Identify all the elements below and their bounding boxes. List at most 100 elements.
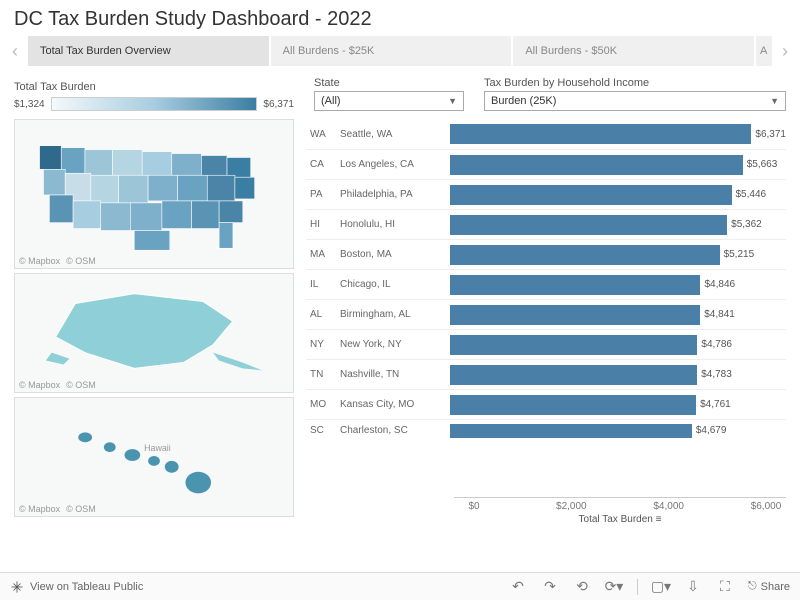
bar-fill (450, 424, 692, 438)
bar-track: $5,446 (450, 180, 786, 209)
bar-value-label: $5,215 (724, 249, 755, 260)
bar-state-code: PA (306, 189, 340, 200)
bar-row[interactable]: SCCharleston, SC $4,679 (306, 419, 786, 441)
tab-overview[interactable]: Total Tax Burden Overview (28, 36, 269, 66)
legend-gradient (51, 97, 258, 111)
map-contiguous-us[interactable]: © Mapbox © OSM (14, 119, 294, 269)
map-credit-osm: © OSM (66, 380, 96, 390)
bar-state-code: TN (306, 369, 340, 380)
x-axis: $0 $2,000 $4,000 $6,000 (454, 497, 786, 512)
undo-button[interactable]: ↶ (509, 578, 527, 596)
bar-row[interactable]: ALBirmingham, AL$4,841 (306, 299, 786, 329)
legend: Total Tax Burden $1,324 $6,371 (14, 81, 294, 111)
x-tick: $0 (454, 501, 494, 512)
bar-row[interactable]: WASeattle, WA$6,371 (306, 119, 786, 149)
income-filter-dropdown[interactable]: Burden (25K) ▼ (484, 91, 786, 111)
bar-fill (450, 335, 697, 355)
bar-city-label: Charleston, SC (340, 425, 450, 436)
tab-partial[interactable]: A (756, 36, 772, 66)
divider (637, 579, 638, 595)
footer-toolbar: View on Tableau Public ↶ ↷ ⟲ ⟳▾ ▢▾ ⇩ ⛶ ⎋… (0, 572, 800, 600)
tabs-next-arrow[interactable]: › (776, 35, 794, 67)
bar-value-label: $4,846 (704, 279, 735, 290)
fullscreen-button[interactable]: ⛶ (716, 578, 734, 596)
bar-state-code: AL (306, 309, 340, 320)
view-on-tableau-link[interactable]: View on Tableau Public (10, 580, 143, 594)
replay-button[interactable]: ⟲ (573, 578, 591, 596)
bar-fill (450, 155, 743, 175)
share-button[interactable]: ⎋ Share (748, 580, 790, 593)
bar-fill (450, 275, 700, 295)
device-preview-button[interactable]: ▢▾ (652, 578, 670, 596)
hawaii-label: Hawaii (144, 443, 171, 453)
bar-row[interactable]: CALos Angeles, CA$5,663 (306, 149, 786, 179)
bar-fill (450, 124, 751, 144)
x-tick: $4,000 (649, 501, 689, 512)
bar-row[interactable]: NYNew York, NY$4,786 (306, 329, 786, 359)
bar-fill (450, 185, 732, 205)
x-tick: $6,000 (746, 501, 786, 512)
bar-value-label: $5,446 (736, 189, 767, 200)
bar-city-label: Birmingham, AL (340, 309, 450, 320)
bar-track: $5,663 (450, 150, 786, 179)
bar-track: $4,841 (450, 300, 786, 329)
bar-state-code: CA (306, 159, 340, 170)
bar-city-label: Honolulu, HI (340, 219, 450, 230)
bar-state-code: HI (306, 219, 340, 230)
bar-row[interactable]: ILChicago, IL $4,846 (306, 269, 786, 299)
map-credit-mapbox: © Mapbox (19, 256, 60, 266)
bar-track: $4,783 (450, 360, 786, 389)
bar-state-code: MO (306, 399, 340, 410)
bar-fill (450, 245, 720, 265)
bar-city-label: Chicago, IL (340, 279, 450, 290)
bar-fill (450, 215, 727, 235)
bar-fill (450, 365, 697, 385)
bar-track: $6,371 (450, 119, 786, 149)
bar-track: $4,761 (450, 390, 786, 419)
bar-row[interactable]: MOKansas City, MO$4,761 (306, 389, 786, 419)
bar-track: $5,215 (450, 240, 786, 269)
share-label: Share (761, 581, 790, 593)
redo-button[interactable]: ↷ (541, 578, 559, 596)
chevron-down-icon: ▼ (770, 96, 779, 106)
bar-state-code: NY (306, 339, 340, 350)
bar-track: $4,679 (450, 420, 786, 441)
bar-track: $4,846 (450, 270, 786, 299)
bar-state-code: SC (306, 425, 340, 436)
bar-value-label: $4,783 (701, 369, 732, 380)
chevron-down-icon: ▼ (448, 96, 457, 106)
state-filter-dropdown[interactable]: (All) ▼ (314, 91, 464, 111)
x-tick: $2,000 (551, 501, 591, 512)
bar-state-code: MA (306, 249, 340, 260)
view-on-tableau-label: View on Tableau Public (30, 581, 143, 593)
map-alaska[interactable]: © Mapbox© OSM (14, 273, 294, 393)
map-hawaii[interactable]: Hawaii © Mapbox© OSM (14, 397, 294, 517)
bar-state-code: IL (306, 279, 340, 290)
bar-state-code: WA (306, 129, 340, 140)
bar-city-label: Los Angeles, CA (340, 159, 450, 170)
bar-city-label: Philadelphia, PA (340, 189, 450, 200)
bar-row[interactable]: PAPhiladelphia, PA $5,446 (306, 179, 786, 209)
income-filter-label: Tax Burden by Household Income (484, 77, 786, 89)
bar-row[interactable]: HIHonolulu, HI$5,362 (306, 209, 786, 239)
legend-max: $6,371 (263, 99, 294, 110)
bar-row[interactable]: TNNashville, TN$4,783 (306, 359, 786, 389)
map-credit-osm: © OSM (66, 256, 96, 266)
bar-value-label: $4,786 (701, 339, 732, 350)
tab-50k[interactable]: All Burdens - $50K (513, 36, 754, 66)
state-filter-label: State (314, 77, 464, 89)
bar-value-label: $4,679 (696, 425, 727, 436)
map-credit-osm: © OSM (66, 504, 96, 514)
download-button[interactable]: ⇩ (684, 578, 702, 596)
bar-chart: WASeattle, WA$6,371CALos Angeles, CA$5,6… (306, 119, 786, 525)
tab-25k[interactable]: All Burdens - $25K (271, 36, 512, 66)
bar-row[interactable]: MABoston, MA$5,215 (306, 239, 786, 269)
revert-button[interactable]: ⟳▾ (605, 578, 623, 596)
controls-row: Total Tax Burden $1,324 $6,371 State (Al… (0, 67, 800, 115)
sort-desc-icon[interactable]: ≡ (656, 514, 662, 525)
tableau-logo-icon (10, 580, 24, 594)
bar-track: $4,786 (450, 330, 786, 359)
tabs-prev-arrow[interactable]: ‹ (6, 35, 24, 67)
bar-track: $5,362 (450, 210, 786, 239)
x-axis-title: Total Tax Burden ≡ (454, 514, 786, 525)
